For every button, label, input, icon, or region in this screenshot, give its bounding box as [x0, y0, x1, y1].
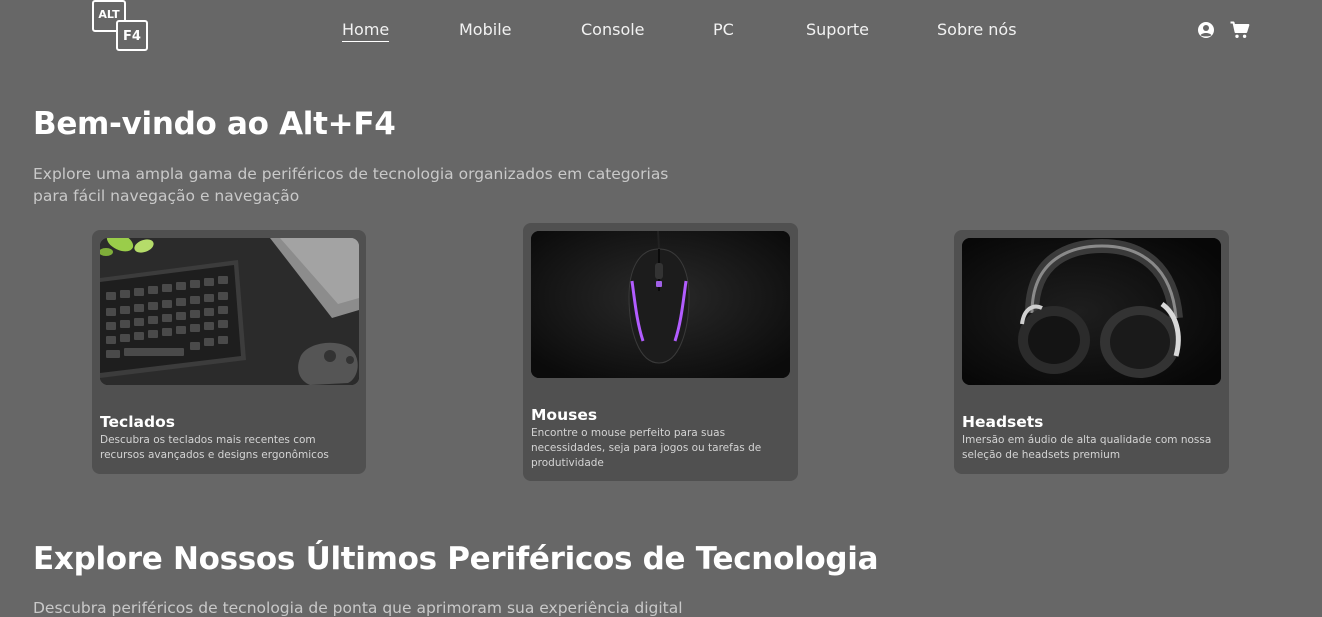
category-card-headsets[interactable]: Headsets Imersão em áudio de alta qualid… [954, 230, 1229, 474]
nav-suporte[interactable]: Suporte [806, 20, 869, 40]
category-title: Headsets [962, 413, 1044, 431]
nav-console[interactable]: Console [581, 20, 645, 40]
category-description: Imersão em áudio de alta qualidade com n… [962, 434, 1212, 461]
hero-description: Explore uma ampla gama de periféricos de… [33, 165, 669, 205]
latest-section-description: Descubra periféricos de tecnologia de po… [33, 599, 683, 617]
nav-sobre-nos[interactable]: Sobre nós [937, 20, 1017, 40]
keyboard-photo [100, 238, 359, 385]
nav-home[interactable]: Home [342, 20, 390, 42]
hero-title: Bem-vindo ao Alt+F4 [33, 106, 396, 142]
headset-photo [962, 238, 1221, 385]
user-circle-icon[interactable] [1197, 21, 1215, 39]
category-title: Teclados [100, 413, 175, 431]
category-description: Descubra os teclados mais recentes com r… [100, 434, 329, 461]
site-header: ALT F4 Home Mobile Console PC Suporte So… [0, 0, 1322, 64]
nav-pc[interactable]: PC [713, 20, 734, 40]
category-card-teclados[interactable]: Teclados Descubra os teclados mais recen… [92, 230, 366, 474]
category-title: Mouses [531, 406, 598, 424]
category-description: Encontre o mouse perfeito para suas nece… [531, 427, 762, 469]
mouse-photo [531, 231, 790, 378]
shopping-cart-icon[interactable] [1230, 21, 1250, 39]
alt-f4-logo[interactable]: ALT F4 [90, 0, 150, 52]
latest-section-title: Explore Nossos Últimos Periféricos de Te… [33, 541, 879, 577]
nav-mobile[interactable]: Mobile [459, 20, 511, 40]
logo-key-f4: F4 [116, 20, 148, 51]
category-card-mouses[interactable]: Mouses Encontre o mouse perfeito para su… [523, 223, 798, 481]
